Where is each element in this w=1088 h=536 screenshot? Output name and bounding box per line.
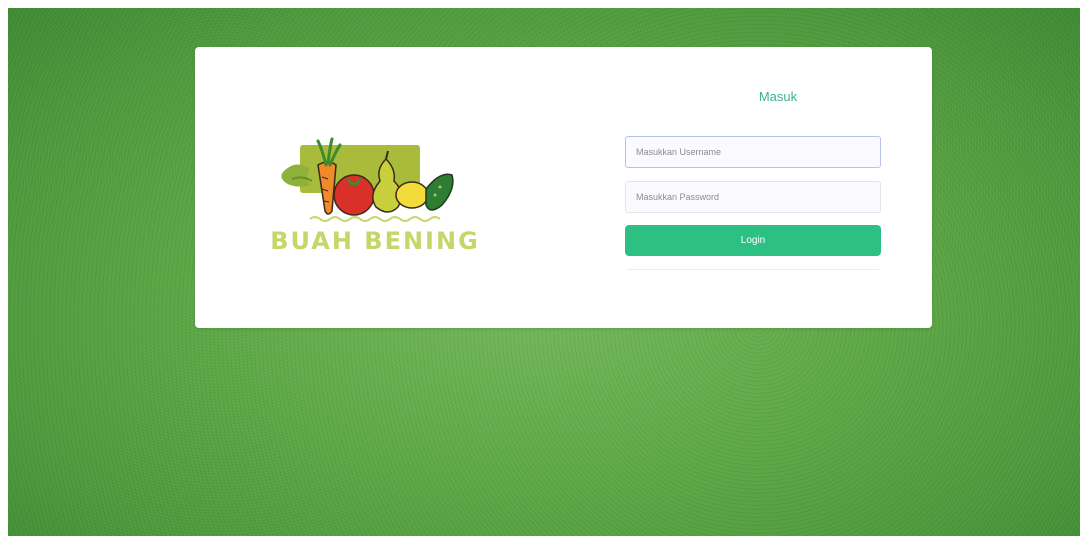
brand-logo: BUAH BENING <box>270 119 480 259</box>
login-card: BUAH BENING Masuk Login <box>195 47 932 328</box>
form-title: Masuk <box>758 89 798 104</box>
form-divider <box>627 269 879 270</box>
login-button[interactable]: Login <box>625 225 881 256</box>
fruit-vegetable-logo-icon <box>281 137 454 222</box>
brand-name: BUAH BENING <box>270 227 480 255</box>
password-input[interactable] <box>625 181 881 213</box>
username-input[interactable] <box>625 136 881 168</box>
